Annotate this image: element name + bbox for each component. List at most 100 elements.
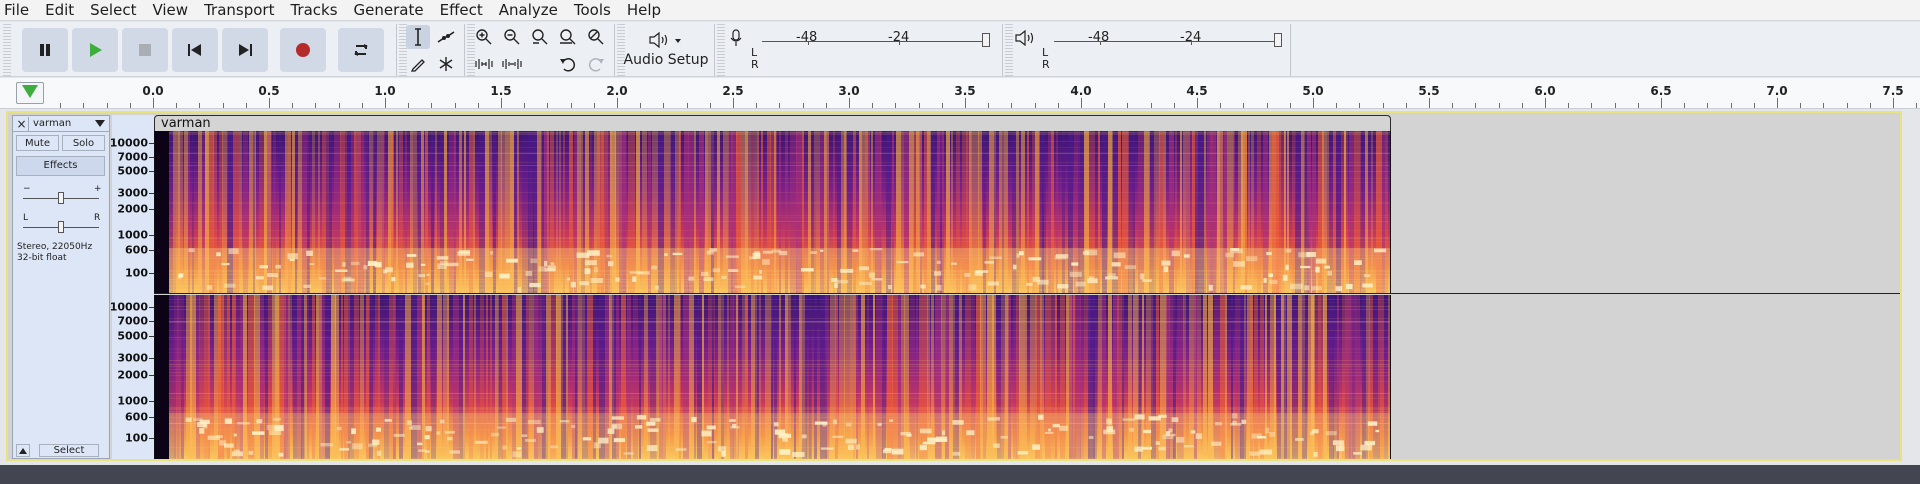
menu-view[interactable]: View [144, 0, 196, 21]
spectrogram-speck [418, 449, 427, 452]
record-button[interactable] [280, 28, 326, 72]
loop-button[interactable] [338, 28, 384, 72]
ruler-label: 2.0 [606, 84, 628, 98]
multi-tool[interactable] [434, 52, 458, 76]
skip-to-start-button[interactable] [172, 28, 218, 72]
ruler-tick [1893, 98, 1894, 108]
selection-tool[interactable] [406, 25, 430, 49]
menu-tracks[interactable]: Tracks [282, 0, 345, 21]
redo-button[interactable] [584, 52, 608, 76]
zoom-in-button[interactable] [472, 25, 496, 49]
spectrogram-speck [248, 450, 254, 455]
solo-button[interactable]: Solo [62, 135, 105, 151]
ruler-tick [687, 103, 688, 108]
ruler-tick [339, 103, 340, 108]
spectrogram-harmonic [169, 407, 1390, 408]
pause-icon [40, 44, 50, 56]
spectrogram-speck [859, 281, 872, 285]
status-bar [0, 465, 1920, 484]
spectrogram-speck [287, 253, 298, 260]
menu-transport[interactable]: Transport [196, 0, 282, 21]
close-track-button[interactable]: × [15, 117, 29, 131]
spectrogram-speck [407, 420, 413, 425]
meter-slider-knob[interactable] [982, 33, 990, 47]
pan-left-label: L [23, 213, 29, 223]
ruler-tick [1104, 103, 1105, 108]
ruler-tick [60, 103, 61, 108]
playback-meter-button[interactable] [1012, 26, 1036, 50]
spectrogram-harmonic [169, 348, 1390, 349]
effects-button[interactable]: Effects [16, 156, 105, 176]
zoom-toggle-button[interactable] [584, 25, 608, 49]
menu-tools[interactable]: Tools [566, 0, 619, 21]
spectrogram-speck [779, 449, 791, 455]
spectrogram-speck [1332, 440, 1344, 446]
timeline-ruler[interactable]: 0.0 0.5 1.0 1.5 2.0 2.5 3.0 3.5 4.0 4.5 5.0 5.5 6.0 6… [0, 78, 1920, 109]
meter-slider-knob[interactable] [1274, 33, 1282, 47]
menu-edit[interactable]: Edit [37, 0, 82, 21]
spectrogram-speck [383, 269, 388, 274]
spectrogram-speck [968, 284, 977, 291]
collapse-track-button[interactable] [16, 444, 30, 457]
track-name[interactable]: varman [33, 117, 71, 131]
select-track-button[interactable]: Select [39, 444, 99, 457]
pan-slider-knob[interactable] [58, 221, 64, 233]
ruler-tick [571, 103, 572, 108]
envelope-tool[interactable] [434, 25, 458, 49]
stop-button[interactable] [122, 28, 168, 72]
track-menu-arrow-icon[interactable] [95, 120, 105, 127]
spectrogram-speck [672, 252, 683, 256]
ruler-tick [988, 103, 989, 108]
menu-select[interactable]: Select [82, 0, 144, 21]
spectrogram-speck [517, 286, 522, 293]
frequency-label: 100 [125, 266, 148, 280]
menu-analyze[interactable]: Analyze [491, 0, 566, 21]
undo-button[interactable] [556, 52, 580, 76]
trim-audio-button[interactable] [472, 52, 496, 76]
menu-generate[interactable]: Generate [346, 0, 432, 21]
spectrogram-speck [1155, 441, 1160, 445]
spectrogram-speck [406, 254, 417, 257]
skip-to-end-button[interactable] [222, 28, 268, 72]
track-area[interactable]: × varman Mute Solo Effects − + L R Stere… [6, 111, 1902, 461]
pause-button[interactable] [22, 28, 68, 72]
fit-selection-button[interactable] [528, 25, 552, 49]
ruler-tick [594, 103, 595, 108]
spectrogram-speck [1171, 417, 1179, 423]
audio-setup-button[interactable]: Audio Setup [622, 24, 710, 76]
meter-db-label: -24 [1180, 30, 1202, 45]
spectrogram-speck [343, 276, 352, 281]
draw-tool[interactable] [406, 52, 430, 76]
toolbar-grip[interactable] [3, 24, 11, 76]
spectrogram-speck [1310, 431, 1314, 436]
spectrogram-speck [606, 254, 613, 258]
mute-button[interactable]: Mute [16, 135, 59, 151]
ruler-tick [803, 103, 804, 108]
channel-divider [154, 293, 1900, 294]
recording-meter-button[interactable] [724, 26, 748, 50]
clip-header[interactable]: varman [154, 115, 1391, 131]
playback-meter[interactable]: -48 -24 [1054, 24, 1286, 54]
spectrogram-harmonic [169, 302, 1390, 303]
spectrogram-speck [1171, 250, 1180, 257]
spectrogram-speck [952, 420, 964, 425]
menu-help[interactable]: Help [619, 0, 669, 21]
spectrogram-speck [224, 283, 236, 288]
recording-meter[interactable]: -48 -24 [762, 24, 994, 54]
fit-project-button[interactable] [556, 25, 580, 49]
menu-effect[interactable]: Effect [432, 0, 491, 21]
play-button[interactable] [72, 28, 118, 72]
menu-file[interactable]: File [0, 0, 37, 21]
spectrogram-speck [1285, 264, 1289, 271]
frequency-ruler[interactable]: 10000 7000 5000 3000 2000 1000 600 100 10000 7000… [110, 115, 154, 459]
microphone-icon [730, 29, 742, 46]
ruler-tick [872, 103, 873, 108]
spectrogram-speck [920, 284, 926, 289]
zoom-out-button[interactable] [500, 25, 524, 49]
spectrogram-speck [424, 435, 430, 440]
gain-slider-knob[interactable] [58, 192, 64, 204]
track-panel-bottom: Select [13, 442, 109, 458]
spectrogram-right-channel[interactable] [154, 295, 1391, 459]
spectrogram-left-channel[interactable] [154, 131, 1391, 293]
silence-audio-button[interactable] [500, 52, 524, 76]
